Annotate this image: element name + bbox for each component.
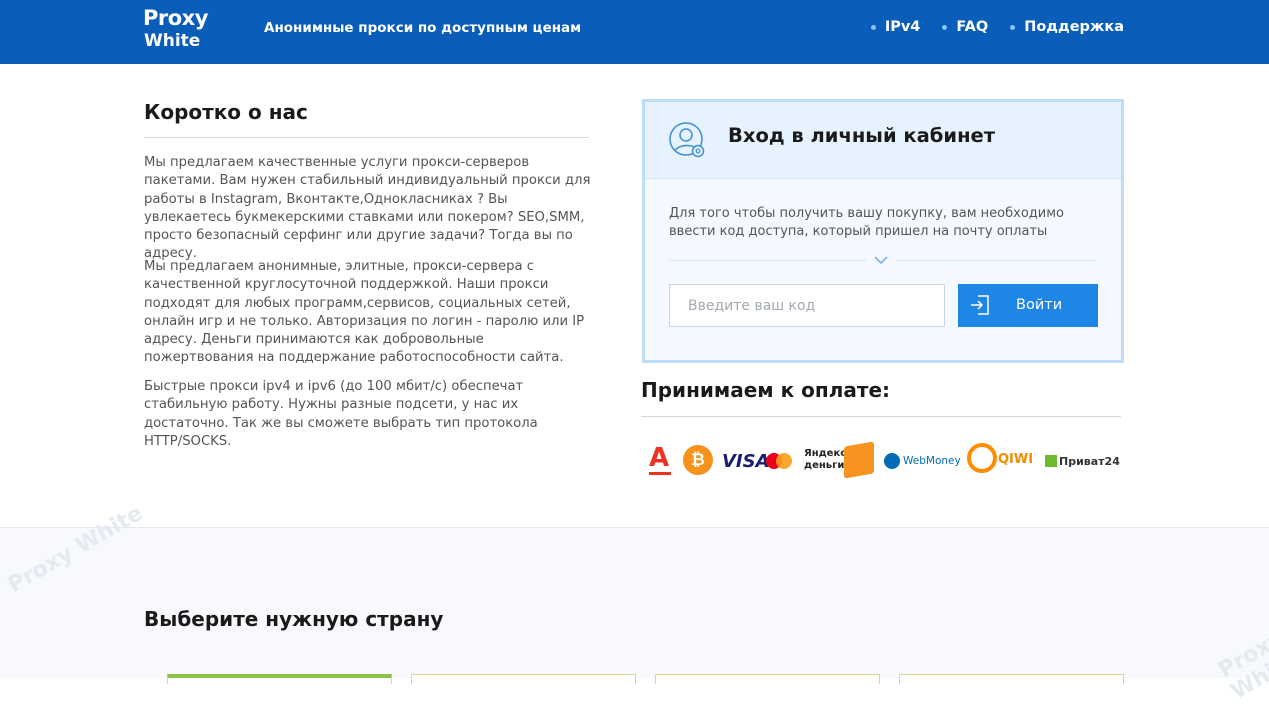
alfa-bank-label: А <box>649 443 670 473</box>
bullet-icon <box>870 24 876 30</box>
country-card[interactable] <box>655 674 880 684</box>
privat24-label: Приват24 <box>1059 455 1120 468</box>
nav-item-label: Поддержка <box>1024 19 1124 35</box>
tagline: Анонимные прокси по доступным ценам <box>264 20 582 36</box>
payment-title: Принимаем к оплате: <box>641 378 891 402</box>
qiwi-icon: QIWI <box>966 440 1034 482</box>
sign-in-icon <box>971 295 989 315</box>
chevron-down-icon <box>866 251 896 269</box>
country-card[interactable] <box>411 674 636 684</box>
webmoney-globe <box>884 453 900 469</box>
about-paragraph: Быстрые прокси ipv4 и ipv6 (до 100 мбит/… <box>144 379 538 449</box>
bullet-icon <box>942 24 948 30</box>
visa-mastercard-icon: VISA <box>722 440 796 482</box>
country-section <box>0 527 1269 678</box>
access-code-input[interactable] <box>669 284 945 327</box>
nav-item-label: IPv4 <box>884 19 921 35</box>
about-paragraph: Мы предлагаем качественные услуги прокси… <box>144 155 591 262</box>
payment-divider <box>641 416 1121 417</box>
privat24-logo-square <box>1045 455 1057 467</box>
login-button-label: Войти <box>1016 297 1063 313</box>
qiwi-label: QIWI <box>998 452 1034 467</box>
yandex-wallet-shape <box>844 441 874 479</box>
bullet-icon <box>1010 24 1016 30</box>
login-header: Вход в личный кабинет <box>645 102 1121 179</box>
alfa-bank-icon: А <box>647 440 671 482</box>
logo-line2: White <box>144 31 201 51</box>
nav-item-faq[interactable]: FAQ <box>942 19 988 35</box>
login-button[interactable]: Войти <box>958 284 1098 327</box>
logo[interactable]: Proxy White <box>143 6 235 52</box>
nav-item-label: FAQ <box>956 19 989 35</box>
bitcoin-icon: ₿ <box>683 440 715 482</box>
login-panel: Вход в личный кабинет Для того чтобы пол… <box>642 99 1124 363</box>
about-paragraph: Мы предлагаем анонимные, элитные, прокси… <box>144 259 585 366</box>
about-divider <box>144 137 589 138</box>
webmoney-icon: WebMoney <box>884 440 961 482</box>
bitcoin-label: ₿ <box>691 450 705 470</box>
mastercard-circle-orange <box>776 453 792 469</box>
nav-item-support[interactable]: Поддержка <box>1010 19 1124 35</box>
alfa-bank-underline <box>649 472 671 475</box>
logo-line1: Proxy <box>143 6 208 30</box>
country-card[interactable] <box>167 674 392 684</box>
privat24-icon: Приват24 <box>1045 440 1120 482</box>
login-description: Для того чтобы получить вашу покупку, ва… <box>669 206 1064 239</box>
site-header: Proxy White Анонимные прокси по доступны… <box>0 0 1269 64</box>
main-nav: IPv4 FAQ Поддержка <box>870 19 1124 35</box>
user-settings-icon <box>669 122 705 158</box>
country-title: Выберите нужную страну <box>144 607 444 631</box>
yandex-money-icon: Яндекс деньги <box>804 440 876 482</box>
yandex-money-label: Яндекс деньги <box>804 448 847 471</box>
about-title: Коротко о нас <box>144 100 308 124</box>
country-card[interactable] <box>899 674 1124 684</box>
qiwi-circle <box>967 443 997 473</box>
visa-label: VISA <box>722 451 770 472</box>
webmoney-label: WebMoney <box>903 455 961 467</box>
login-title: Вход в личный кабинет <box>728 124 996 147</box>
nav-item-ipv4[interactable]: IPv4 <box>870 19 921 35</box>
